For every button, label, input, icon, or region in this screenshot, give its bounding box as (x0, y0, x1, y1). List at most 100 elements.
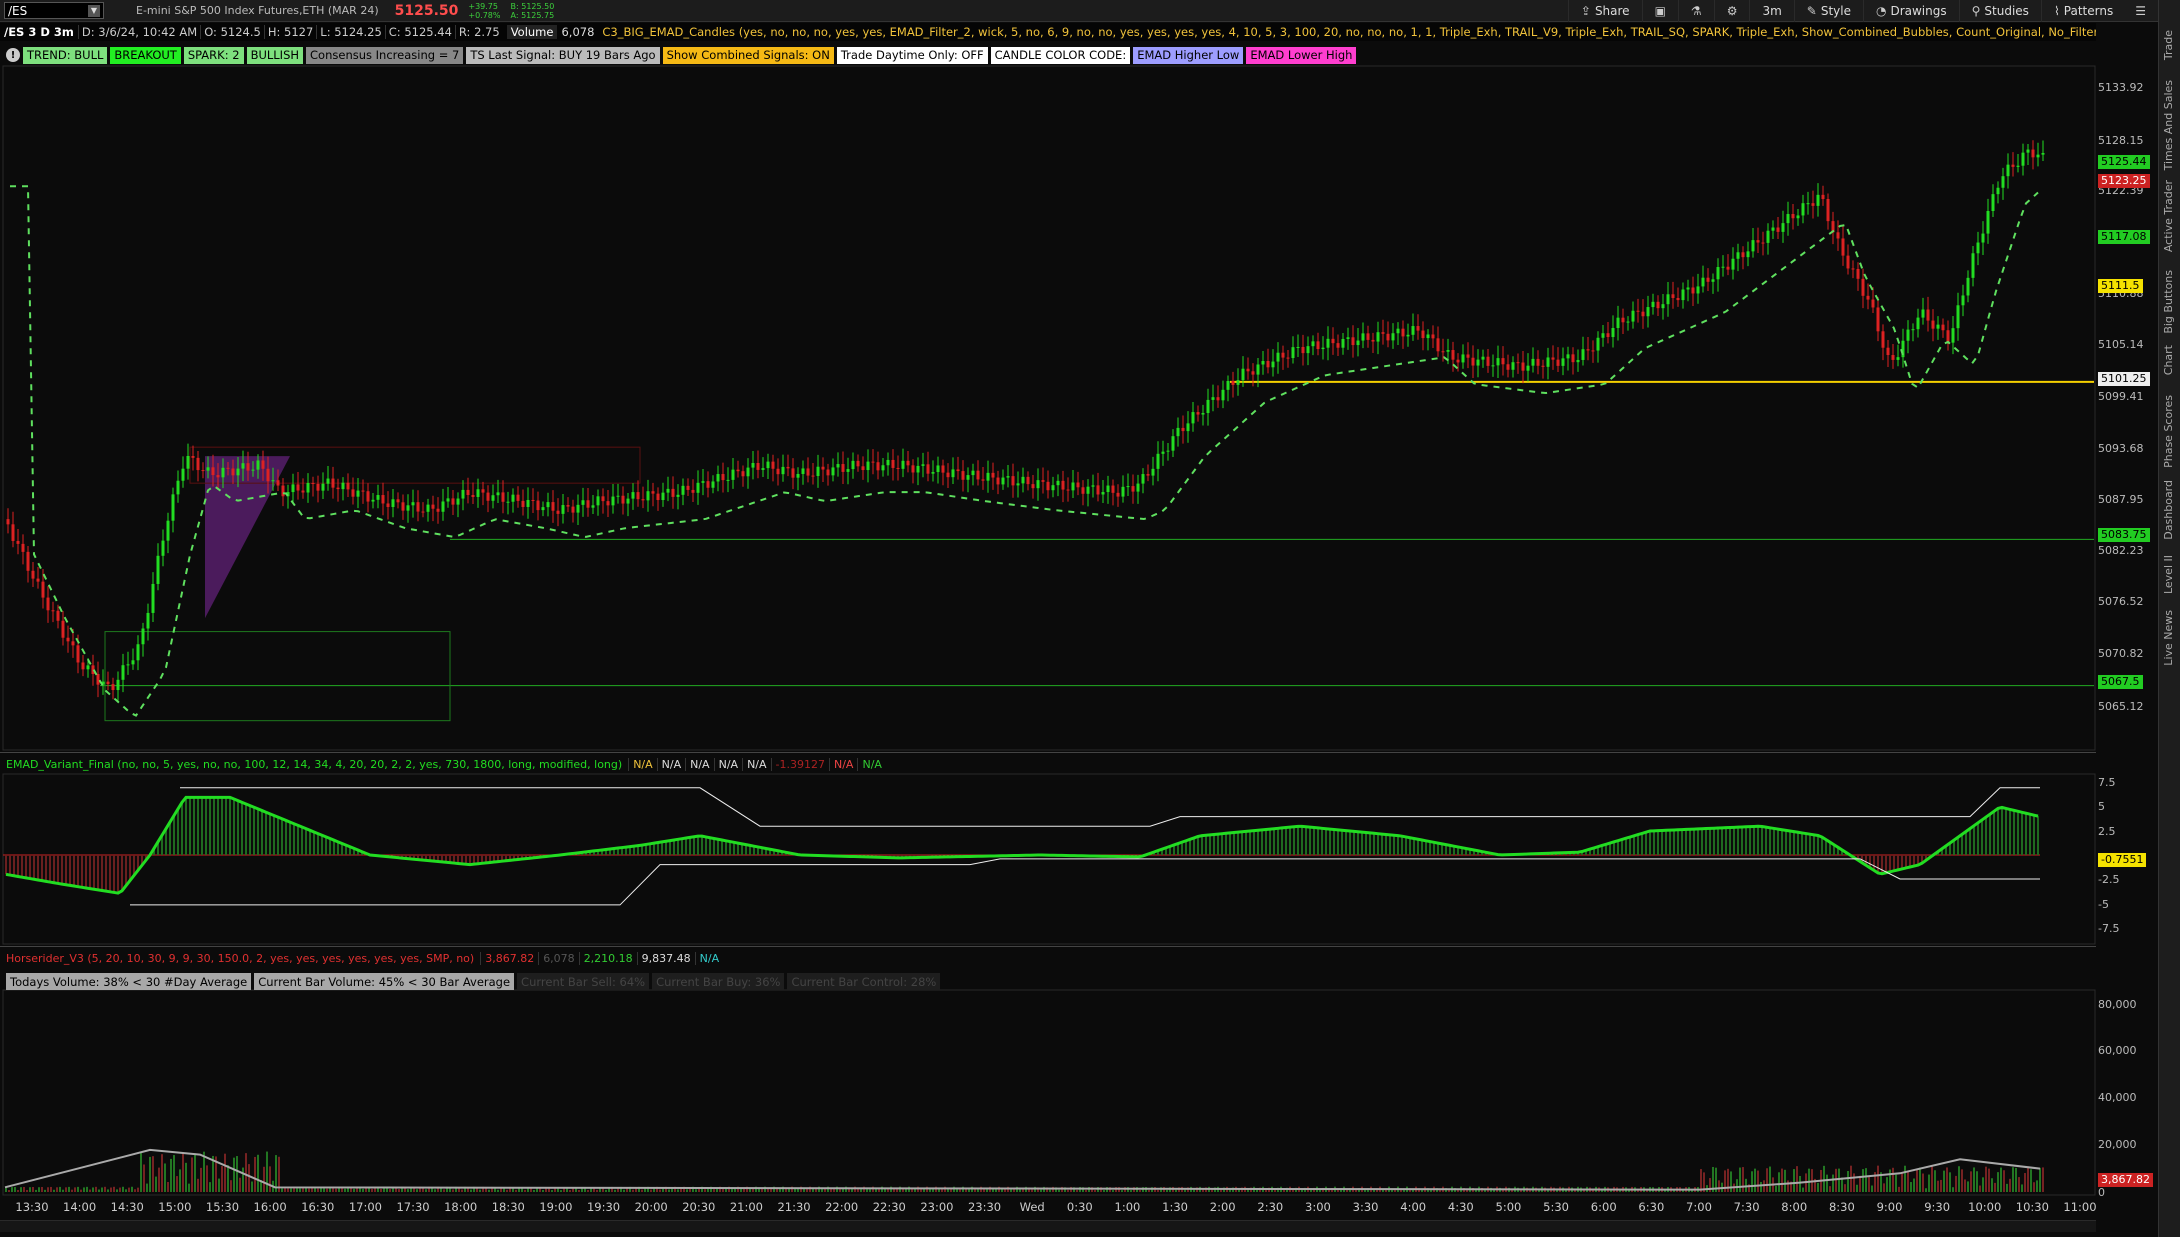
price-box: 5111.5 (2098, 279, 2143, 293)
candle-body (1106, 485, 1110, 493)
candle-body (1191, 412, 1195, 424)
candle-body (741, 471, 745, 477)
candle-body (781, 466, 785, 475)
time-tick: 2:00 (1209, 1200, 1236, 1214)
candle-body (361, 490, 365, 492)
time-tick: 23:00 (920, 1200, 954, 1214)
candle-body (1336, 343, 1340, 348)
candle-body (21, 543, 25, 552)
candle-body (696, 482, 700, 493)
time-tick: 16:00 (253, 1200, 287, 1214)
candle-body (1501, 358, 1505, 365)
time-tick: 11:00 (2063, 1200, 2097, 1214)
candle-body (701, 481, 705, 483)
candle-body (1316, 341, 1320, 350)
candle-body (486, 492, 490, 501)
side-tab-trade[interactable]: Trade (2162, 30, 2175, 60)
candle-body (1546, 357, 1550, 367)
candle-body (626, 498, 630, 504)
candle-body (1766, 230, 1770, 243)
emad-tick: 7.5 (2098, 776, 2116, 789)
time-tick: 8:00 (1781, 1200, 1808, 1214)
time-tick: 9:00 (1876, 1200, 1903, 1214)
time-tick: 23:30 (967, 1200, 1002, 1214)
price-axis[interactable]: 5133.92 5128.15 5122.39 5116.66 5110.88 … (2096, 0, 2158, 750)
candle-body (1271, 361, 1275, 368)
candle-body (2001, 176, 2005, 188)
pane-separator[interactable] (0, 752, 2096, 753)
candle-body (1461, 354, 1465, 363)
candle-body (31, 570, 35, 579)
candle-body (141, 628, 145, 645)
candle-body (576, 504, 580, 513)
candle-body (266, 468, 270, 482)
time-tick: 17:30 (396, 1200, 430, 1214)
candle-body (1186, 423, 1190, 432)
side-tab-chart[interactable]: Chart (2162, 345, 2175, 375)
volume-tick: 80,000 (2098, 998, 2137, 1011)
time-axis[interactable]: 13:30 14:00 14:30 15:00 15:30 16:00 16:30 17:00… (0, 1197, 2096, 1217)
candle-body (1111, 485, 1115, 493)
candle-body (1656, 301, 1660, 309)
candle-body (1256, 364, 1260, 375)
candle-body (2006, 164, 2010, 177)
candle-body (1751, 240, 1755, 252)
side-tab-active-trader[interactable]: Active Trader (2162, 180, 2175, 252)
emad-title[interactable]: EMAD_Variant_Final (no, no, 5, yes, no, … (0, 758, 628, 771)
candle-body (171, 494, 175, 521)
horizontal-scrollbar[interactable] (0, 1220, 2096, 1232)
volume-value: 6,078 (538, 952, 579, 965)
candle-body (331, 478, 335, 488)
chart-canvas[interactable] (0, 0, 2096, 1237)
candle-body (2011, 164, 2015, 167)
candle-body (1011, 476, 1015, 486)
emad-value: N/A (685, 758, 713, 771)
candle-body (1431, 334, 1435, 339)
candle-body (1416, 326, 1420, 331)
candle-body (601, 496, 605, 502)
candle-body (956, 469, 960, 472)
candle-body (931, 472, 935, 474)
candle-body (481, 489, 485, 493)
candle-body (1986, 211, 1990, 234)
candle-body (916, 465, 920, 473)
candle-body (531, 499, 535, 501)
candle-body (291, 484, 295, 493)
candle-body (106, 681, 110, 685)
candle-body (196, 457, 200, 471)
candle-body (1741, 252, 1745, 258)
candle-body (646, 491, 650, 501)
candle-body (276, 480, 280, 486)
candle-body (566, 505, 570, 507)
candle-body (206, 467, 210, 471)
candle-body (16, 540, 20, 544)
side-tab-dashboard[interactable]: Dashboard (2162, 480, 2175, 540)
volume-title[interactable]: Horserider_V3 (5, 20, 10, 30, 9, 9, 30, … (0, 952, 480, 965)
volume-value: 9,837.48 (636, 952, 695, 965)
emad-tick: -5 (2098, 898, 2109, 911)
candle-body (1621, 317, 1625, 323)
pane-separator[interactable] (0, 946, 2096, 947)
candle-body (1691, 287, 1695, 294)
side-tab-live-news[interactable]: Live News (2162, 610, 2175, 666)
candle-body (1786, 214, 1790, 224)
candle-body (1771, 227, 1775, 231)
candle-body (111, 684, 115, 691)
candle-body (1176, 427, 1180, 437)
side-tab-times-and-sales[interactable]: Times And Sales (2162, 80, 2175, 170)
candle-body (666, 488, 670, 493)
candle-body (1626, 321, 1630, 323)
candle-body (1036, 480, 1040, 489)
side-tab-phase-scores[interactable]: Phase Scores (2162, 395, 2175, 468)
side-tab-big-buttons[interactable]: Big Buttons (2162, 270, 2175, 334)
candle-body (1911, 329, 1915, 331)
candle-body (1696, 286, 1700, 294)
candle-body (1871, 299, 1875, 308)
candle-body (2016, 165, 2020, 167)
candle-body (311, 483, 315, 485)
candle-body (146, 612, 150, 629)
side-tab-level-ii[interactable]: Level II (2162, 555, 2175, 594)
candle-body (586, 500, 590, 508)
candle-body (996, 477, 1000, 485)
candle-body (881, 465, 885, 471)
